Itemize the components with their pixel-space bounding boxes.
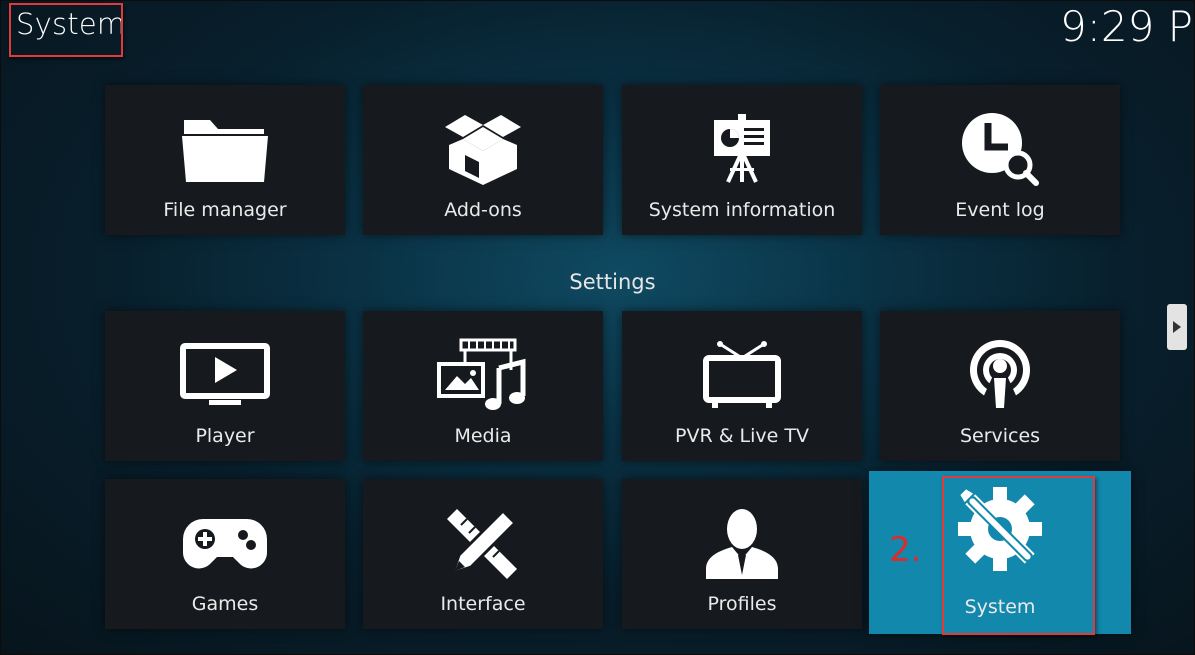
tile-label: Services	[959, 425, 1041, 447]
system-highlight-box	[942, 476, 1095, 635]
scroll-right-button[interactable]	[1167, 304, 1187, 350]
tile-label: File manager	[163, 199, 287, 221]
pencil-ruler-icon	[363, 503, 603, 583]
box-icon	[363, 109, 603, 189]
tile-file-manager[interactable]: File manager	[105, 85, 345, 235]
tile-profiles[interactable]: Profiles	[622, 479, 862, 629]
clock-search-icon	[880, 109, 1120, 189]
tile-media[interactable]: Media	[363, 311, 603, 461]
tile-services[interactable]: Services	[880, 311, 1120, 461]
monitor-play-icon	[105, 335, 345, 415]
step-annotation: 2.	[889, 530, 922, 570]
tile-player[interactable]: Player	[105, 311, 345, 461]
tile-label: Add-ons	[444, 199, 522, 221]
tile-pvr-live-tv[interactable]: PVR & Live TV	[622, 311, 862, 461]
folder-icon	[105, 109, 345, 189]
tile-event-log[interactable]: Event log	[880, 85, 1120, 235]
clock: 9:29 PM	[1060, 2, 1195, 51]
tile-label: Player	[195, 425, 255, 447]
chevron-right-icon	[1173, 321, 1181, 333]
title-highlight-box	[9, 3, 123, 57]
person-icon	[622, 503, 862, 583]
gamepad-icon	[105, 503, 345, 583]
tile-label: Event log	[955, 199, 1045, 221]
tile-add-ons[interactable]: Add-ons	[363, 85, 603, 235]
tile-games[interactable]: Games	[105, 479, 345, 629]
section-title: Settings	[569, 270, 656, 294]
tile-label: System information	[648, 199, 836, 221]
tile-interface[interactable]: Interface	[363, 479, 603, 629]
tile-system-information[interactable]: System information	[622, 85, 862, 235]
tile-label: Interface	[440, 593, 526, 615]
tile-label: Profiles	[707, 593, 777, 615]
tile-label: Media	[454, 425, 512, 447]
presentation-chart-icon	[622, 109, 862, 189]
broadcast-icon	[880, 335, 1120, 415]
tile-label: Games	[191, 593, 259, 615]
tile-label: PVR & Live TV	[675, 425, 809, 447]
media-icon	[363, 335, 603, 415]
tv-antenna-icon	[622, 335, 862, 415]
